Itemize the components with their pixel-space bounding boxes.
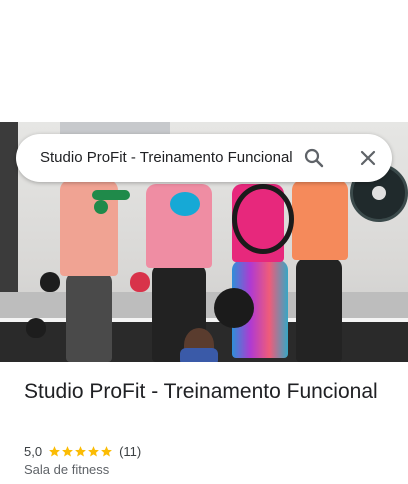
search-icon[interactable] [302, 146, 326, 170]
star-icon [101, 445, 112, 456]
place-panel: Studio ProFit - Treinamento Funcional 5,… [0, 0, 408, 484]
photo-kettlebell [26, 318, 46, 338]
star-rating [48, 445, 113, 458]
place-category[interactable]: Sala de fitness [24, 462, 109, 477]
review-count-link[interactable]: (11) [119, 444, 141, 459]
rating-value: 5,0 [24, 443, 43, 459]
photo-person [292, 180, 348, 260]
photo-ball [170, 192, 200, 216]
photo-weight-plate [214, 288, 254, 328]
photo-kettlebell [130, 272, 150, 292]
search-bar[interactable] [16, 134, 392, 182]
photo-child [180, 328, 218, 362]
photo-person [66, 272, 112, 362]
photo-pilates-ring [232, 184, 294, 254]
star-icon [49, 445, 60, 456]
search-input[interactable] [40, 134, 294, 182]
star-icon [88, 445, 99, 456]
place-title: Studio ProFit - Treinamento Funcional [24, 380, 378, 403]
close-icon[interactable] [356, 146, 380, 170]
photo-kettlebell [40, 272, 60, 292]
photo-dumbbell [92, 190, 130, 200]
star-icon [75, 445, 86, 456]
photo-dumbbell [94, 200, 108, 214]
rating-row[interactable]: 5,0 (11) [24, 442, 141, 460]
photo-person [296, 258, 342, 362]
star-icon [62, 445, 73, 456]
